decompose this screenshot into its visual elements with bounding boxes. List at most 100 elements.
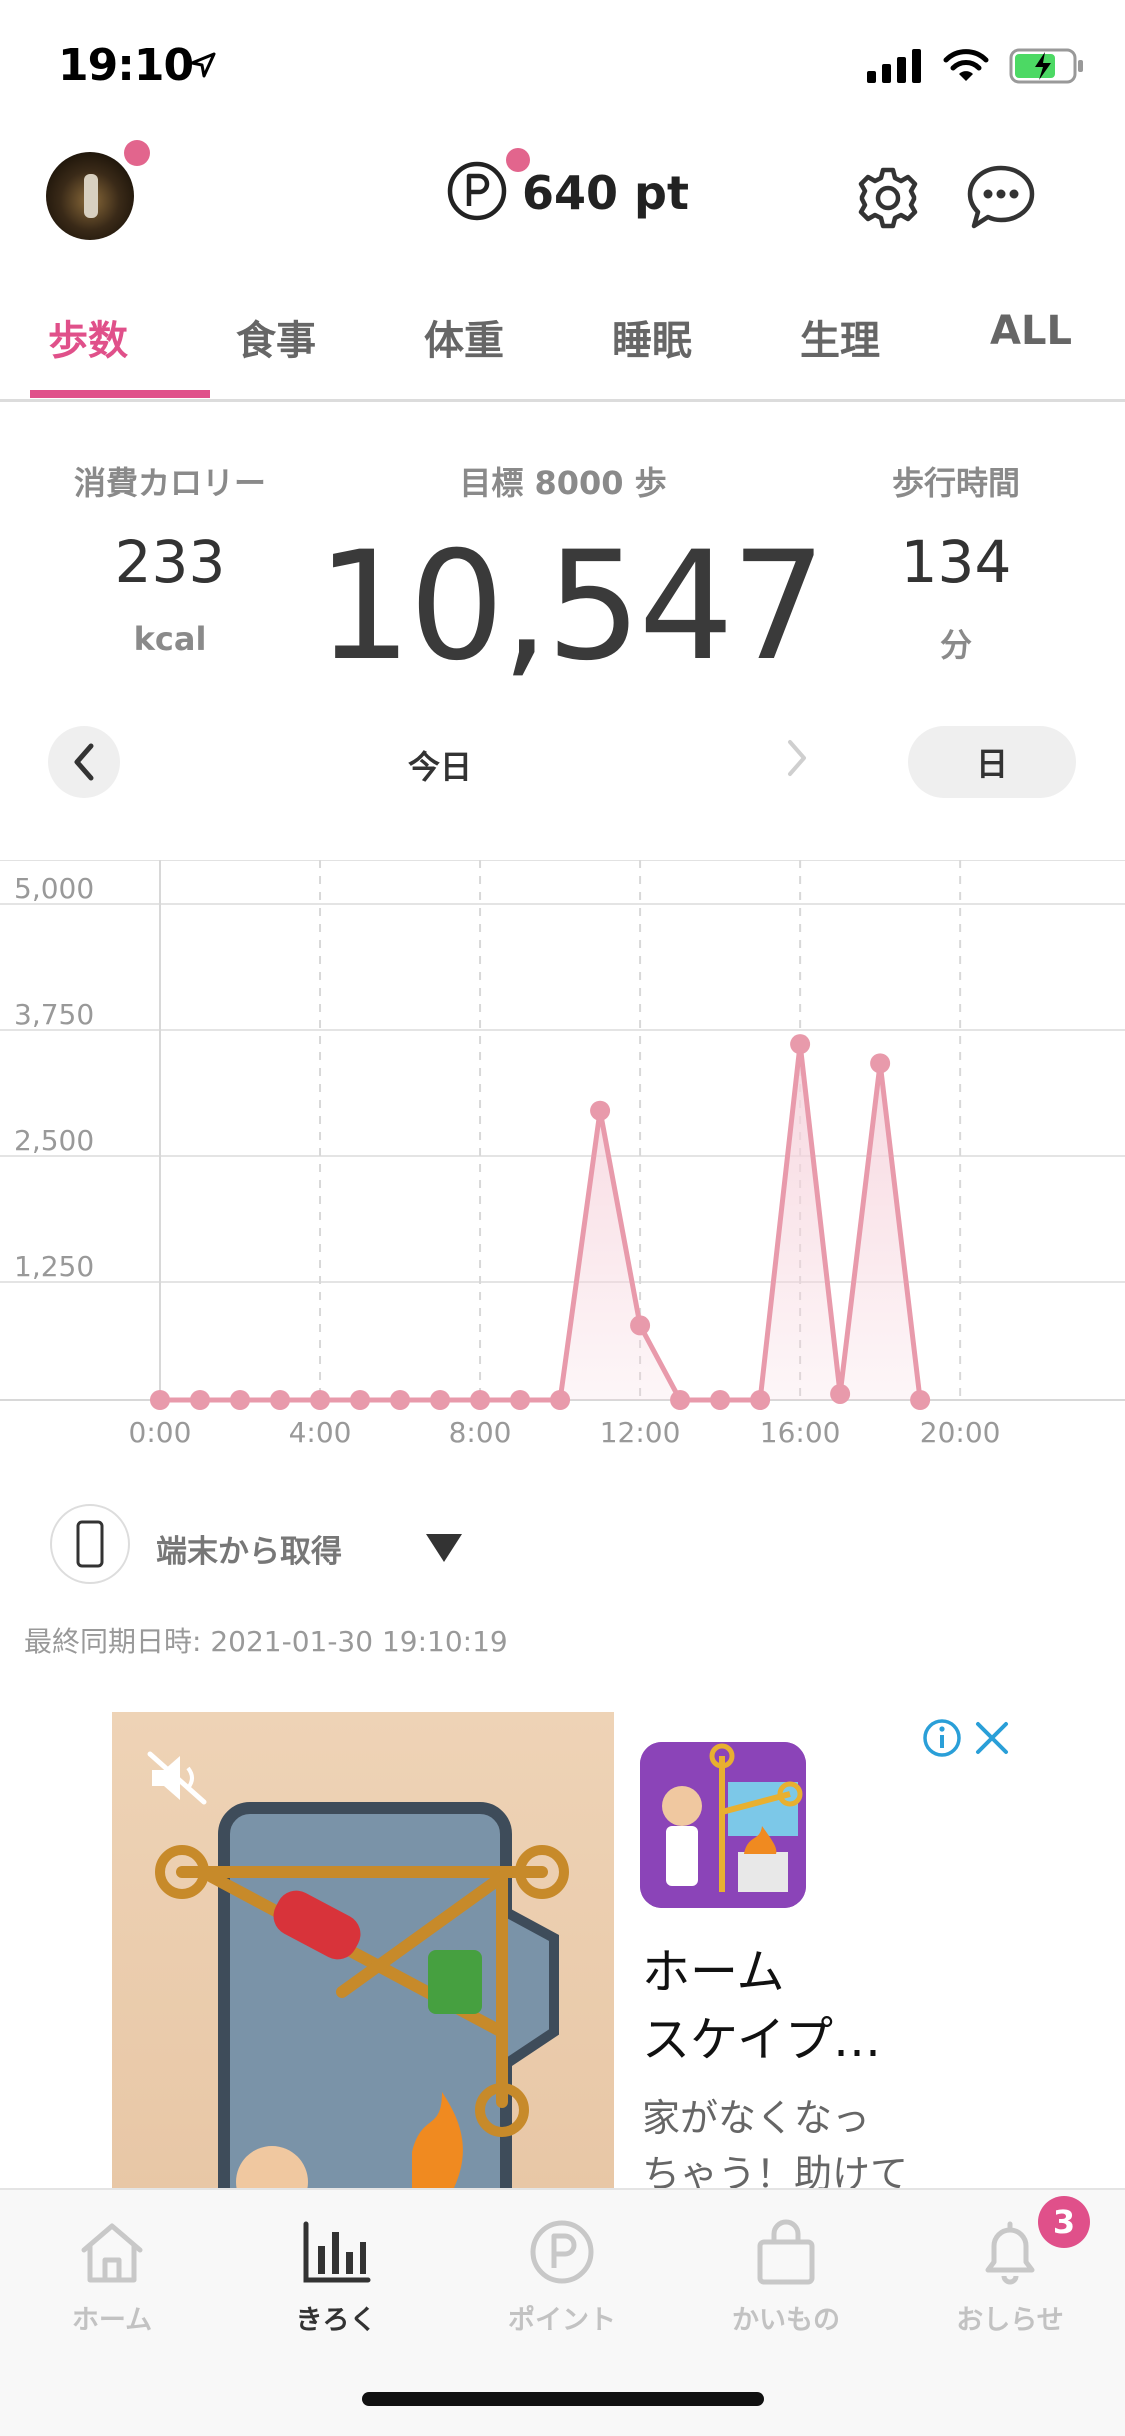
ad-desc-line-1: 家がなくなっ (642, 2096, 871, 2140)
points-value: 640 pt (522, 166, 689, 220)
shopping-bag-icon (757, 2219, 815, 2285)
chart-point (870, 1053, 891, 1074)
device-source-button[interactable] (50, 1504, 130, 1584)
nav-points[interactable]: ポイント (472, 2218, 652, 2337)
chart-point (550, 1390, 571, 1410)
category-tabs: 歩数 食事 体重 睡眠 生理 ALL (0, 290, 1125, 402)
chart-point (270, 1390, 291, 1410)
chart-point (470, 1390, 491, 1410)
period-label: 日 (975, 745, 1008, 783)
chart-point (310, 1390, 331, 1410)
goal-label: 目標 8000 歩 (459, 464, 667, 502)
home-indicator (362, 2392, 764, 2406)
chart-point (710, 1390, 731, 1410)
dropdown-triangle-icon[interactable] (424, 1532, 464, 1568)
status-bar: 19:10 (0, 0, 1125, 140)
chevron-right-icon (788, 740, 806, 776)
chat-icon[interactable] (966, 164, 1036, 234)
next-date-button[interactable] (782, 736, 812, 784)
nav-points-label: ポイント (508, 2305, 616, 2336)
nav-home[interactable]: ホーム (22, 2218, 202, 2337)
calories-unit: kcal (133, 620, 207, 658)
chart-point (390, 1390, 411, 1410)
chart-x-tick-label: 4:00 (289, 1416, 352, 1449)
chart-point (590, 1100, 611, 1121)
home-icon (81, 2223, 143, 2283)
wifi-icon (943, 49, 989, 87)
tab-steps[interactable]: 歩数 (48, 308, 128, 366)
nav-notifications-label: おしらせ (956, 2305, 1064, 2336)
chart-point (510, 1390, 531, 1410)
active-tab-indicator (30, 390, 210, 398)
signal-icon (867, 49, 923, 87)
smartphone-icon (76, 1520, 104, 1568)
points-notification-dot (506, 148, 530, 172)
chart-y-tick-label: 5,000 (14, 872, 94, 905)
ad-app-icon[interactable] (640, 1742, 806, 1908)
chart-y-tick-label: 1,250 (14, 1250, 94, 1283)
chart-x-tick-label: 12:00 (600, 1416, 681, 1449)
ad-title[interactable]: ホーム スケイプ… (642, 1938, 881, 2074)
chart-x-tick-label: 8:00 (449, 1416, 512, 1449)
chart-point (190, 1390, 211, 1410)
gear-icon[interactable] (856, 166, 920, 234)
walk-time-label: 歩行時間 (891, 464, 1020, 502)
notification-badge: 3 (1038, 2196, 1090, 2248)
nav-shopping[interactable]: かいもの (696, 2218, 876, 2337)
mute-icon[interactable] (146, 1750, 208, 1810)
points-icon (446, 160, 508, 226)
chart-y-tick-label: 3,750 (14, 998, 94, 1031)
bar-chart-icon (303, 2221, 371, 2283)
tab-meals[interactable]: 食事 (236, 308, 316, 366)
chart-point (830, 1383, 851, 1404)
ad-description: 家がなくなっ ちゃう！助けて (642, 2090, 908, 2202)
chart-point (750, 1390, 771, 1410)
points-display[interactable]: 640 pt (446, 160, 689, 226)
location-arrow-icon (188, 50, 218, 84)
bell-icon (985, 2221, 1035, 2285)
chart-point (430, 1390, 451, 1410)
chart-point (670, 1390, 691, 1410)
chart-point (910, 1390, 931, 1410)
ad-close-icon[interactable] (972, 1718, 1012, 1762)
nav-record[interactable]: きろく (246, 2218, 426, 2337)
tab-weight[interactable]: 体重 (424, 308, 504, 366)
chart-y-tick-label: 2,500 (14, 1124, 94, 1157)
previous-date-button[interactable] (48, 726, 120, 798)
chevron-left-icon (74, 743, 94, 781)
chart-point (150, 1390, 170, 1410)
calories-label: 消費カロリー (73, 464, 266, 502)
avatar-notification-dot (124, 140, 150, 166)
tab-all[interactable]: ALL (990, 308, 1072, 354)
status-time: 19:10 (58, 40, 194, 91)
chart-x-tick-label: 0:00 (129, 1416, 192, 1449)
tab-sleep[interactable]: 睡眠 (612, 308, 692, 366)
ad-app-illustration (640, 1742, 806, 1908)
avatar[interactable] (46, 152, 134, 240)
walk-time-unit: 分 (939, 626, 972, 664)
chart-x-tick-label: 16:00 (760, 1416, 841, 1449)
calories-value: 233 (114, 528, 226, 596)
date-label: 今日 (407, 748, 472, 786)
ad-title-line-1: ホーム (642, 1944, 785, 2000)
chart-point (790, 1034, 811, 1055)
chart-point (350, 1390, 371, 1410)
step-count: 10,547 (316, 520, 827, 694)
ad-info-icon[interactable] (922, 1718, 962, 1762)
walk-time-value: 134 (900, 528, 1012, 596)
nav-home-label: ホーム (71, 2305, 153, 2336)
battery-icon (1009, 48, 1085, 88)
ad-video-image[interactable] (112, 1712, 614, 2192)
nav-record-label: きろく (295, 2305, 377, 2336)
period-toggle-button[interactable]: 日 (908, 726, 1076, 798)
points-nav-icon (530, 2220, 594, 2284)
chart-point (630, 1315, 651, 1336)
chart-point (230, 1390, 251, 1410)
steps-chart: 5,000 3,750 2,500 1,250 0:00 4:00 8:00 12:00 16:… (0, 860, 1125, 1449)
tab-period[interactable]: 生理 (800, 308, 880, 366)
nav-shopping-label: かいもの (732, 2305, 840, 2336)
source-label: 端末から取得 (156, 1534, 342, 1570)
ad-title-line-2: スケイプ… (642, 2012, 882, 2068)
last-sync-text: 最終同期日時: 2021-01-30 19:10:19 (24, 1625, 508, 1658)
app-header: 640 pt (0, 140, 1125, 250)
